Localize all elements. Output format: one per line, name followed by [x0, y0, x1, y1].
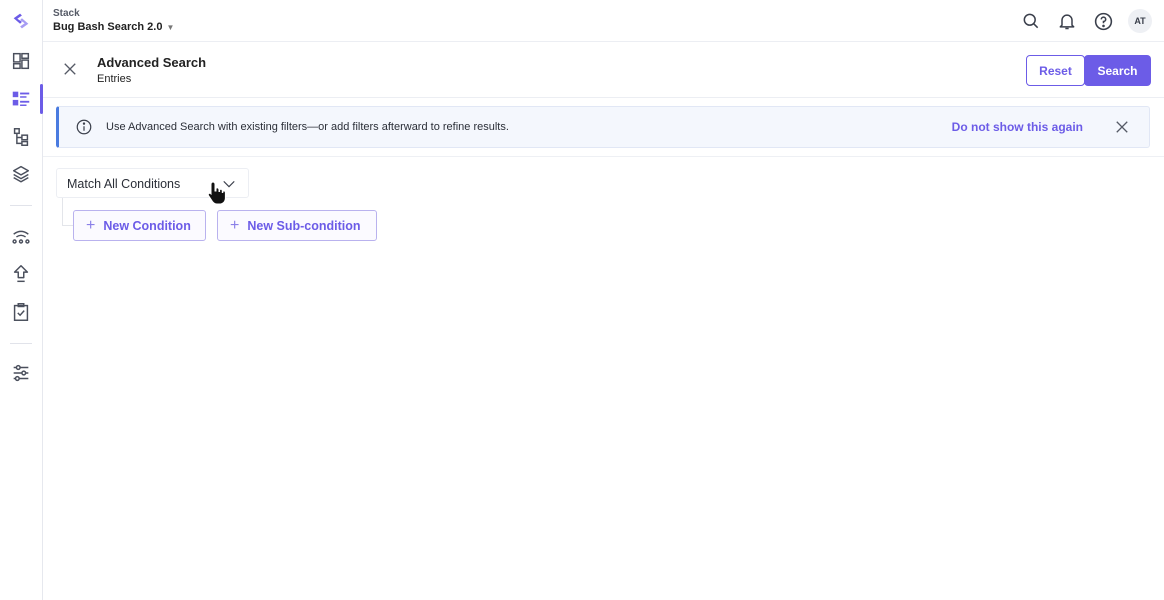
layers-icon[interactable] [9, 162, 33, 186]
avatar[interactable]: AT [1128, 9, 1152, 33]
plus-icon: + [230, 216, 240, 234]
clipboard-check-icon[interactable] [9, 300, 33, 324]
releases-icon[interactable] [9, 224, 33, 248]
dashboard-icon[interactable] [9, 49, 33, 73]
top-actions: AT [1020, 9, 1152, 33]
advanced-search-header: Advanced Search Entries Reset Search [43, 42, 1164, 98]
match-conditions-value: Match All Conditions [67, 177, 181, 191]
upload-arrow-icon[interactable] [9, 262, 33, 286]
do-not-show-again-link[interactable]: Do not show this again [952, 120, 1083, 134]
section-divider [43, 156, 1164, 157]
left-sidebar [0, 0, 43, 600]
sidebar-divider [10, 343, 32, 344]
info-icon [75, 118, 93, 136]
caret-down-icon: ▼ [166, 22, 175, 32]
entries-list-icon[interactable] [9, 87, 33, 111]
page-subtitle: Entries [97, 73, 132, 85]
hand-pointer-cursor-icon [206, 180, 228, 206]
close-icon[interactable] [61, 60, 79, 78]
sliders-icon[interactable] [9, 361, 33, 385]
bell-icon[interactable] [1056, 10, 1078, 32]
help-icon[interactable] [1092, 10, 1114, 32]
new-condition-label: New Condition [103, 218, 191, 233]
plus-icon: + [86, 216, 96, 234]
brand-logo-icon[interactable] [9, 9, 33, 33]
info-banner-text: Use Advanced Search with existing filter… [106, 121, 509, 133]
stack-switcher[interactable]: Bug Bash Search 2.0 ▼ [53, 21, 174, 33]
search-button[interactable]: Search [1084, 55, 1151, 86]
sidebar-divider [10, 205, 32, 206]
close-icon[interactable] [1115, 120, 1131, 136]
search-icon[interactable] [1020, 10, 1042, 32]
stack-name: Bug Bash Search 2.0 [53, 21, 163, 33]
new-condition-button[interactable]: + New Condition [73, 210, 206, 241]
page-title: Advanced Search [97, 55, 207, 70]
content-models-icon[interactable] [9, 125, 33, 149]
new-subcondition-label: New Sub-condition [247, 218, 361, 233]
reset-button[interactable]: Reset [1026, 55, 1085, 86]
info-banner: Use Advanced Search with existing filter… [56, 106, 1150, 148]
stack-label: Stack [53, 8, 80, 19]
new-subcondition-button[interactable]: + New Sub-condition [217, 210, 377, 241]
top-bar: Stack Bug Bash Search 2.0 ▼ AT [43, 0, 1164, 42]
